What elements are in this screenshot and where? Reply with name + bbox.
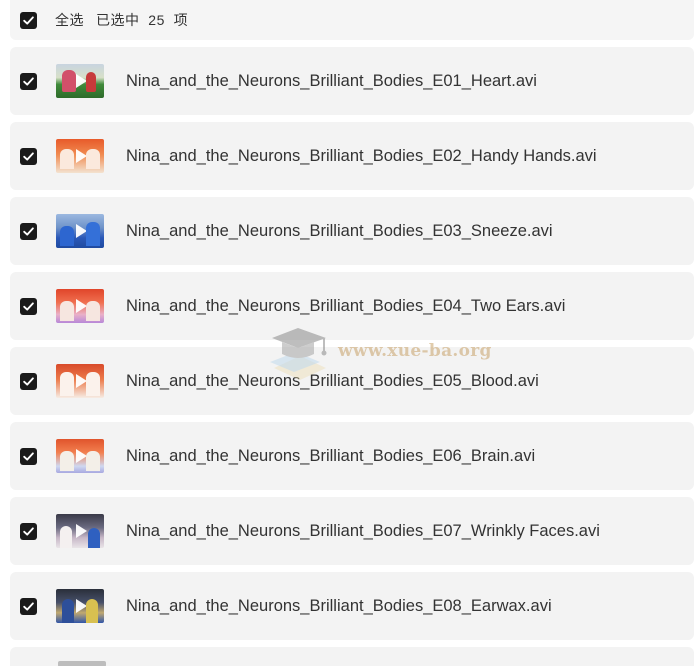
file-selection-page: 全选 已选中 25 项 Nina_and_the_Neurons_Brillia… (0, 0, 694, 666)
row-checkbox[interactable] (20, 147, 37, 165)
file-row[interactable]: Nina_and_the_Neurons_Brilliant_Bodies_E0… (10, 197, 694, 265)
file-name[interactable]: Nina_and_the_Neurons_Brilliant_Bodies_E0… (126, 297, 565, 316)
checkmark-icon (23, 601, 34, 611)
play-icon (76, 74, 87, 88)
file-row[interactable]: Nina_and_the_Neurons_Brilliant_Bodies_E0… (10, 572, 694, 640)
checkmark-icon (23, 151, 34, 161)
video-thumbnail (56, 364, 104, 398)
file-row[interactable]: Nina_and_the_Neurons_Brilliant_Bodies_E0… (10, 497, 694, 565)
file-name[interactable]: Nina_and_the_Neurons_Brilliant_Bodies_E0… (126, 447, 535, 466)
checkmark-icon (23, 526, 34, 536)
play-icon (76, 374, 87, 388)
video-thumbnail (56, 64, 104, 98)
file-row[interactable]: Nina_and_the_Neurons_Brilliant_Bodies_E0… (10, 272, 694, 340)
checkmark-icon (23, 15, 34, 25)
select-all-bar: 全选 已选中 25 项 (10, 0, 694, 40)
file-row[interactable]: Nina_and_the_Neurons_Brilliant_Bodies_E0… (10, 347, 694, 415)
checkmark-icon (23, 226, 34, 236)
video-thumbnail (56, 214, 104, 248)
row-checkbox[interactable] (20, 297, 37, 315)
file-name[interactable]: Nina_and_the_Neurons_Brilliant_Bodies_E0… (126, 372, 539, 391)
play-icon (76, 299, 87, 313)
play-icon (76, 524, 87, 538)
video-thumbnail (56, 514, 104, 548)
file-name[interactable]: Nina_and_the_Neurons_Brilliant_Bodies_E0… (126, 147, 597, 166)
row-checkbox[interactable] (20, 522, 37, 540)
video-thumbnail (56, 589, 104, 623)
file-row[interactable]: Nina_and_the_Neurons_Brilliant_Bodies_E0… (10, 122, 694, 190)
file-row-partial[interactable] (10, 647, 694, 666)
file-name[interactable]: Nina_and_the_Neurons_Brilliant_Bodies_E0… (126, 522, 600, 541)
row-checkbox[interactable] (20, 222, 37, 240)
file-list: Nina_and_the_Neurons_Brilliant_Bodies_E0… (10, 47, 694, 647)
row-checkbox[interactable] (20, 372, 37, 390)
play-icon (76, 449, 87, 463)
row-checkbox[interactable] (20, 72, 37, 90)
file-name[interactable]: Nina_and_the_Neurons_Brilliant_Bodies_E0… (126, 597, 552, 616)
play-icon (76, 599, 87, 613)
video-thumbnail (56, 289, 104, 323)
file-name[interactable]: Nina_and_the_Neurons_Brilliant_Bodies_E0… (126, 72, 537, 91)
row-checkbox[interactable] (20, 597, 37, 615)
video-thumbnail (56, 139, 104, 173)
select-all-checkbox[interactable] (20, 11, 37, 29)
checkmark-icon (23, 451, 34, 461)
video-thumbnail (56, 439, 104, 473)
file-row[interactable]: Nina_and_the_Neurons_Brilliant_Bodies_E0… (10, 422, 694, 490)
play-icon (76, 224, 87, 238)
checkmark-icon (23, 376, 34, 386)
file-name[interactable]: Nina_and_the_Neurons_Brilliant_Bodies_E0… (126, 222, 553, 241)
checkmark-icon (23, 76, 34, 86)
checkmark-icon (23, 301, 34, 311)
play-icon (76, 149, 87, 163)
selected-count-text: 已选中 25 项 (96, 12, 189, 28)
select-all-label[interactable]: 全选 (55, 10, 84, 30)
video-thumbnail (58, 661, 106, 666)
row-checkbox[interactable] (20, 447, 37, 465)
file-row[interactable]: Nina_and_the_Neurons_Brilliant_Bodies_E0… (10, 47, 694, 115)
